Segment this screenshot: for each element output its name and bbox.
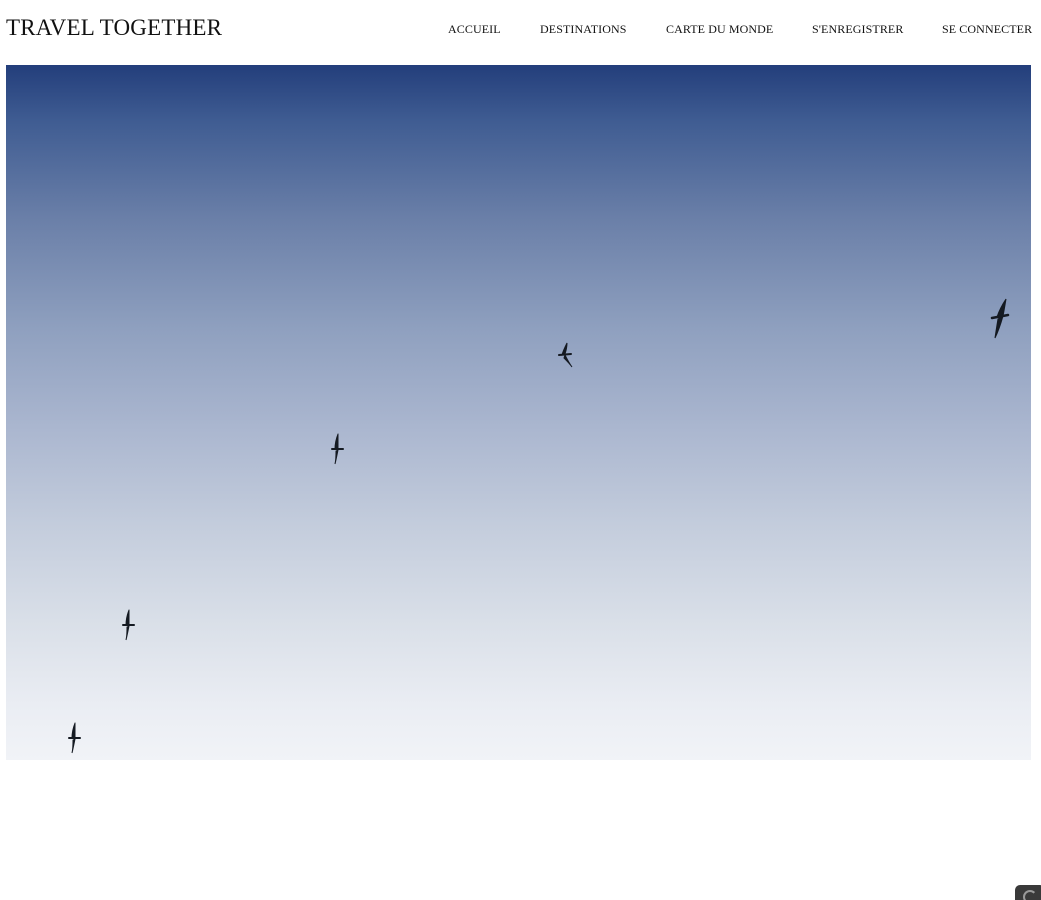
nav-link-world-map[interactable]: CARTE DU MONDE	[666, 22, 773, 37]
nav-link-register[interactable]: S'ENREGISTRER	[812, 22, 903, 37]
site-header: TRAVEL TOGETHER ACCUEIL DESTINATIONS CAR…	[0, 0, 1041, 64]
site-logo-text[interactable]: TRAVEL TOGETHER	[6, 15, 222, 41]
nav-link-login[interactable]: SE CONNECTER	[942, 22, 1032, 37]
chat-bubble-icon	[1023, 890, 1037, 900]
hero-image	[6, 65, 1031, 760]
chat-widget-button[interactable]	[1015, 885, 1041, 900]
bird-silhouette	[558, 342, 573, 368]
hero-birds-illustration	[68, 298, 1010, 754]
nav-link-home[interactable]: ACCUEIL	[448, 22, 501, 37]
bird-silhouette	[68, 722, 81, 754]
bird-silhouette	[990, 298, 1010, 339]
nav-link-destinations[interactable]: DESTINATIONS	[540, 22, 627, 37]
bird-silhouette	[331, 433, 344, 465]
bird-silhouette	[122, 609, 135, 641]
